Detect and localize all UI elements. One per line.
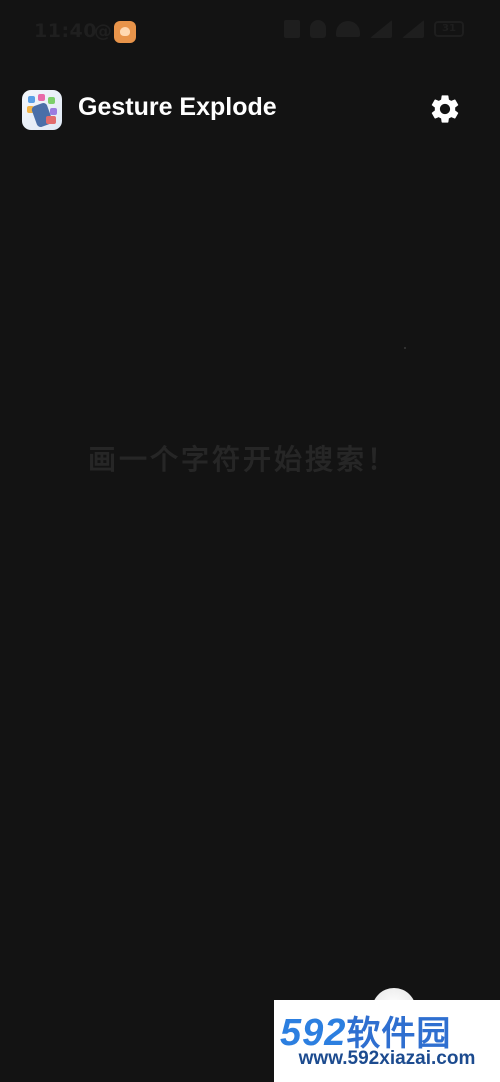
app-logo-tile <box>28 96 35 103</box>
app-title: Gesture Explode <box>78 93 277 121</box>
at-icon: @ <box>94 21 112 42</box>
canvas-dot <box>404 347 406 349</box>
app-logo-tile <box>38 94 45 101</box>
battery-icon: 31 <box>434 21 464 37</box>
status-icons: 31 <box>284 20 464 38</box>
settings-button[interactable] <box>428 92 462 126</box>
signal-icon <box>370 20 392 38</box>
nfc-icon <box>284 20 300 38</box>
notification-app-icon <box>114 21 136 43</box>
app-logo-tile <box>46 116 56 124</box>
app-logo <box>22 90 62 130</box>
watermark-url: www.592xiazai.com <box>298 1048 476 1069</box>
bell-icon <box>310 20 326 38</box>
watermark: 592软件园 www.592xiazai.com <box>274 1000 500 1082</box>
status-time: 11:40 <box>34 20 97 42</box>
gesture-hint: 画一个字符开始搜索！ <box>87 443 398 476</box>
wifi-icon <box>336 21 360 37</box>
gear-icon <box>431 95 459 123</box>
hand-icon <box>30 101 54 129</box>
app-logo-tile <box>50 108 57 115</box>
app-screen: 11:40 @ 31 Gesture Explode 画一个字符开始搜索！ 59… <box>0 0 500 1082</box>
app-logo-tile <box>48 97 55 104</box>
signal-icon <box>402 20 424 38</box>
status-bar: 11:40 @ 31 <box>0 0 500 64</box>
app-header: Gesture Explode <box>0 84 500 136</box>
battery-level: 31 <box>442 23 456 34</box>
